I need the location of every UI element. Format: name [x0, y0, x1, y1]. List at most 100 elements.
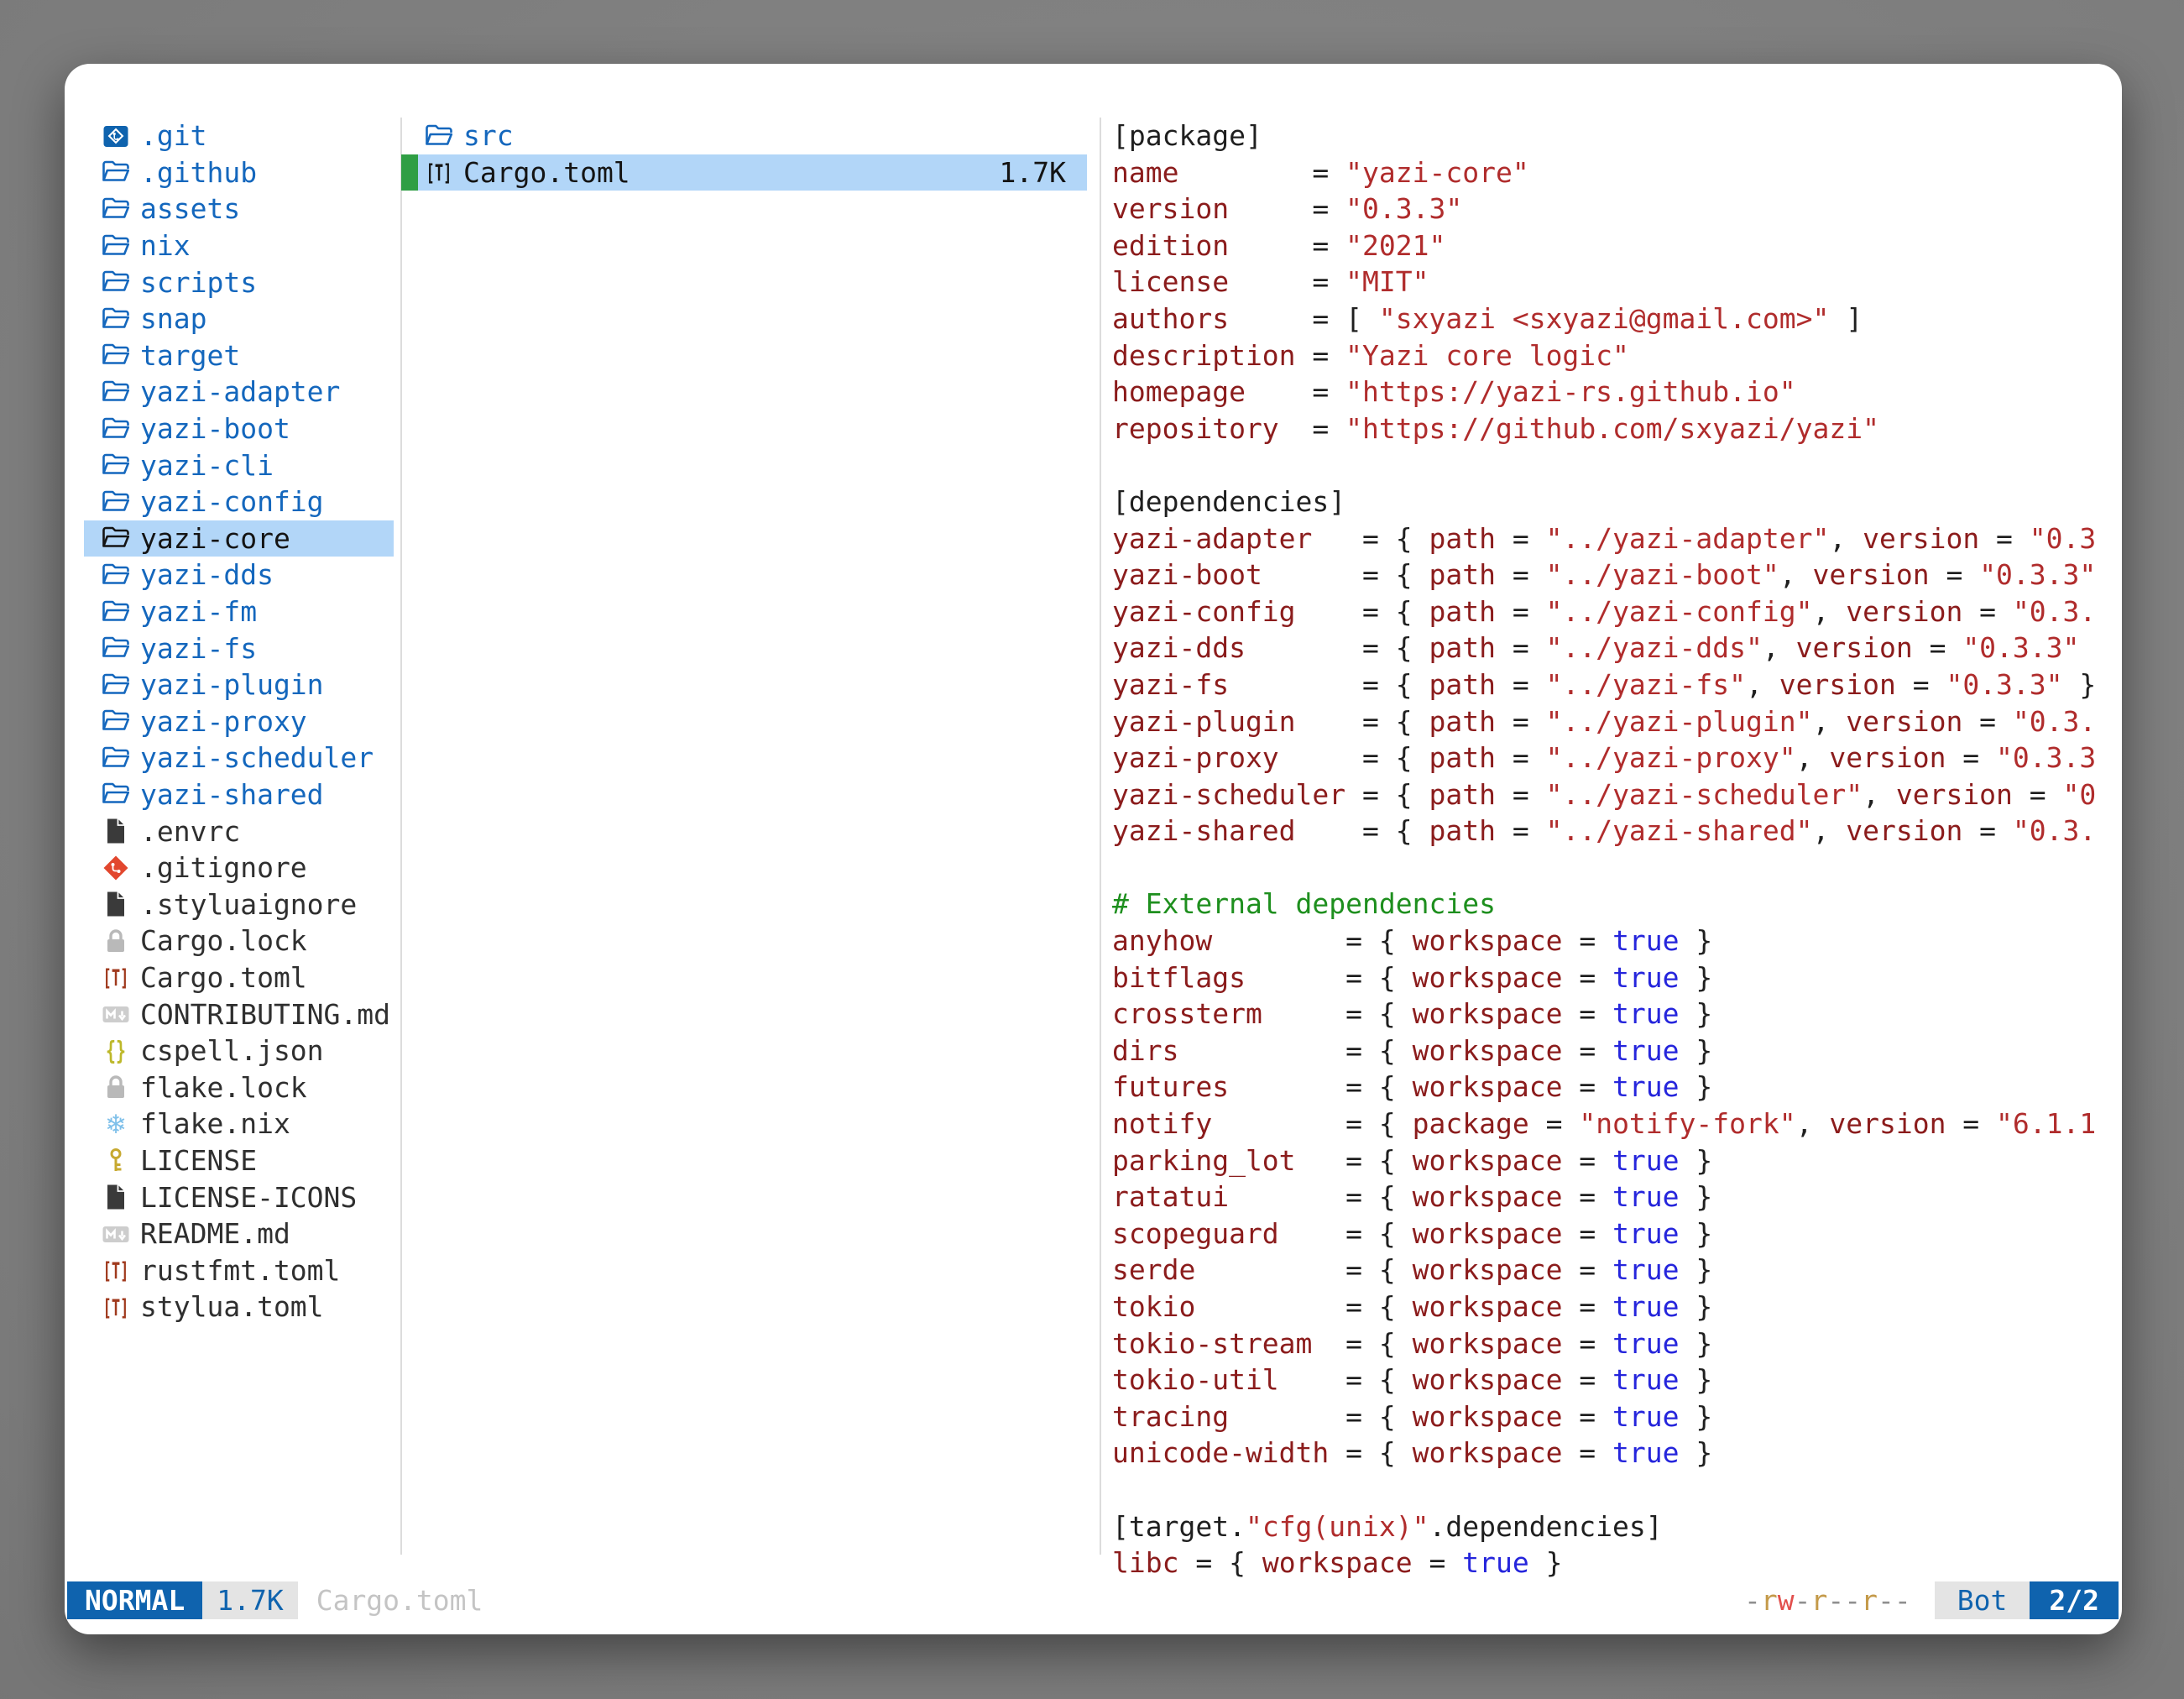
folder-open-icon [101, 743, 131, 773]
code-token-str: "../yazi-boot" [1546, 558, 1779, 591]
lock-icon [101, 926, 131, 956]
file-row-Cargo.toml[interactable]: [T]Cargo.toml [84, 959, 394, 996]
dir-row-nix[interactable]: nix [84, 227, 394, 264]
code-token-pun: = [1562, 961, 1612, 994]
dir-row-yazi-fs[interactable]: yazi-fs [84, 630, 394, 667]
permission-char: - [1827, 1584, 1844, 1617]
code-token-str: "../yazi-shared" [1546, 814, 1813, 847]
code-token-key: workspace [1413, 1290, 1563, 1323]
dir-row-assets[interactable]: assets [84, 191, 394, 227]
code-token-key: authors [1112, 302, 1229, 335]
code-token-str: "../yazi-plugin" [1546, 705, 1813, 738]
code-token-pun: } [1680, 1217, 1713, 1250]
dir-row-scripts[interactable]: scripts [84, 264, 394, 301]
code-token-boo: true [1612, 961, 1679, 994]
file-row-Cargo.lock[interactable]: Cargo.lock [84, 923, 394, 959]
dir-row-snap[interactable]: snap [84, 301, 394, 337]
dir-row-yazi-adapter[interactable]: yazi-adapter [84, 374, 394, 410]
code-token-pun: = { [1296, 705, 1429, 738]
code-line [1112, 447, 2122, 484]
code-token-pun: = [1562, 924, 1612, 957]
code-token-pun: = { [1279, 1217, 1413, 1250]
dir-row-yazi-boot[interactable]: yazi-boot [84, 410, 394, 447]
code-token-pun: = { [1212, 924, 1412, 957]
file-row-flake.lock[interactable]: flake.lock [84, 1069, 394, 1106]
file-row-rustfmt.toml[interactable]: [T]rustfmt.toml [84, 1252, 394, 1289]
code-token-str: "../yazi-proxy" [1546, 741, 1796, 774]
dir-row-.git[interactable]: .git [84, 118, 394, 154]
code-token-boo: true [1612, 1327, 1679, 1360]
code-token-pun: } [1680, 1070, 1713, 1103]
file-row-CONTRIBUTING.md[interactable]: CONTRIBUTING.md [84, 996, 394, 1032]
code-token-pun: , [1796, 741, 1830, 774]
code-token-pun: } [1680, 997, 1713, 1030]
code-token-pun: } [1680, 1253, 1713, 1286]
code-token-boo: true [1612, 1144, 1679, 1177]
code-token-pun: = [1229, 192, 1345, 225]
code-line: version = "0.3.3" [1112, 191, 2122, 227]
code-token-pun: , [1796, 1107, 1830, 1140]
dir-row-src[interactable]: src [401, 118, 1087, 154]
code-token-key: yazi-proxy [1112, 741, 1279, 774]
code-token-key: version [1846, 595, 1962, 628]
file-row-cspell.json[interactable]: {}cspell.json [84, 1032, 394, 1069]
code-token-pun: = { [1262, 997, 1413, 1030]
code-token-key: workspace [1413, 1253, 1563, 1286]
code-token-pun: } [1680, 1180, 1713, 1213]
dir-row-yazi-fm[interactable]: yazi-fm [84, 593, 394, 630]
dir-row-target[interactable]: target [84, 337, 394, 374]
code-token-pun: , [1812, 595, 1846, 628]
folder-open-icon [101, 597, 131, 627]
code-token-pun: .dependencies] [1429, 1510, 1663, 1543]
code-token-key: bitflags [1112, 961, 1246, 994]
code-token-key: yazi-shared [1112, 814, 1296, 847]
file-icon [101, 816, 131, 846]
entry-name: yazi-boot [140, 412, 290, 445]
file-row-Cargo.toml[interactable]: [T]Cargo.toml1.7K [401, 154, 1087, 191]
code-token-key: anyhow [1112, 924, 1212, 957]
file-row-.envrc[interactable]: .envrc [84, 813, 394, 850]
code-token-key: dirs [1112, 1034, 1178, 1067]
dir-row-yazi-core[interactable]: yazi-core [84, 520, 394, 557]
code-token-str: "../yazi-scheduler" [1546, 778, 1863, 811]
dir-row-yazi-dds[interactable]: yazi-dds [84, 557, 394, 593]
dir-row-yazi-scheduler[interactable]: yazi-scheduler [84, 740, 394, 776]
code-token-key: path [1429, 631, 1496, 664]
code-token-str: "sxyazi <sxyazi@gmail.com>" [1379, 302, 1829, 335]
code-token-pun: = [1896, 668, 1946, 701]
dir-row-yazi-plugin[interactable]: yazi-plugin [84, 667, 394, 703]
file-row-stylua.toml[interactable]: [T]stylua.toml [84, 1289, 394, 1325]
dir-row-yazi-proxy[interactable]: yazi-proxy [84, 703, 394, 740]
code-token-pun: , [1746, 668, 1779, 701]
code-token-pun: = { [1296, 1144, 1413, 1177]
file-row-LICENSE-ICONS[interactable]: LICENSE-ICONS [84, 1179, 394, 1215]
file-row-LICENSE[interactable]: LICENSE [84, 1142, 394, 1179]
code-line: yazi-proxy = { path = "../yazi-proxy", v… [1112, 740, 2122, 776]
code-line: repository = "https://github.com/sxyazi/… [1112, 410, 2122, 447]
code-token-pun: = [1279, 412, 1345, 445]
code-token-str: "cfg(unix)" [1246, 1510, 1429, 1543]
code-token-key: yazi-config [1112, 595, 1296, 628]
code-token-key: version [1779, 668, 1896, 701]
code-token-key: license [1112, 265, 1229, 298]
dir-row-yazi-cli[interactable]: yazi-cli [84, 447, 394, 484]
file-row-README.md[interactable]: README.md [84, 1215, 394, 1252]
dir-row-yazi-shared[interactable]: yazi-shared [84, 776, 394, 813]
code-token-boo: true [1612, 997, 1679, 1030]
code-token-pun: = { [1296, 595, 1429, 628]
code-token-pun: = [1962, 705, 2013, 738]
svg-text:[T]: [T] [103, 1295, 129, 1321]
file-row-.styluaignore[interactable]: .styluaignore [84, 886, 394, 923]
folder-open-icon [101, 340, 131, 370]
code-token-pun: = { [1296, 814, 1429, 847]
permission-char: - [1878, 1584, 1894, 1617]
folder-open-icon [101, 267, 131, 297]
code-token-pun: = [1562, 1400, 1612, 1433]
key-icon [101, 1145, 131, 1175]
file-row-flake.nix[interactable]: ❄flake.nix [84, 1106, 394, 1142]
code-token-key: futures [1112, 1070, 1229, 1103]
dir-row-yazi-config[interactable]: yazi-config [84, 484, 394, 520]
dir-row-.github[interactable]: .github [84, 154, 394, 191]
file-row-.gitignore[interactable]: .gitignore [84, 850, 394, 886]
code-token-key: workspace [1413, 1363, 1563, 1396]
